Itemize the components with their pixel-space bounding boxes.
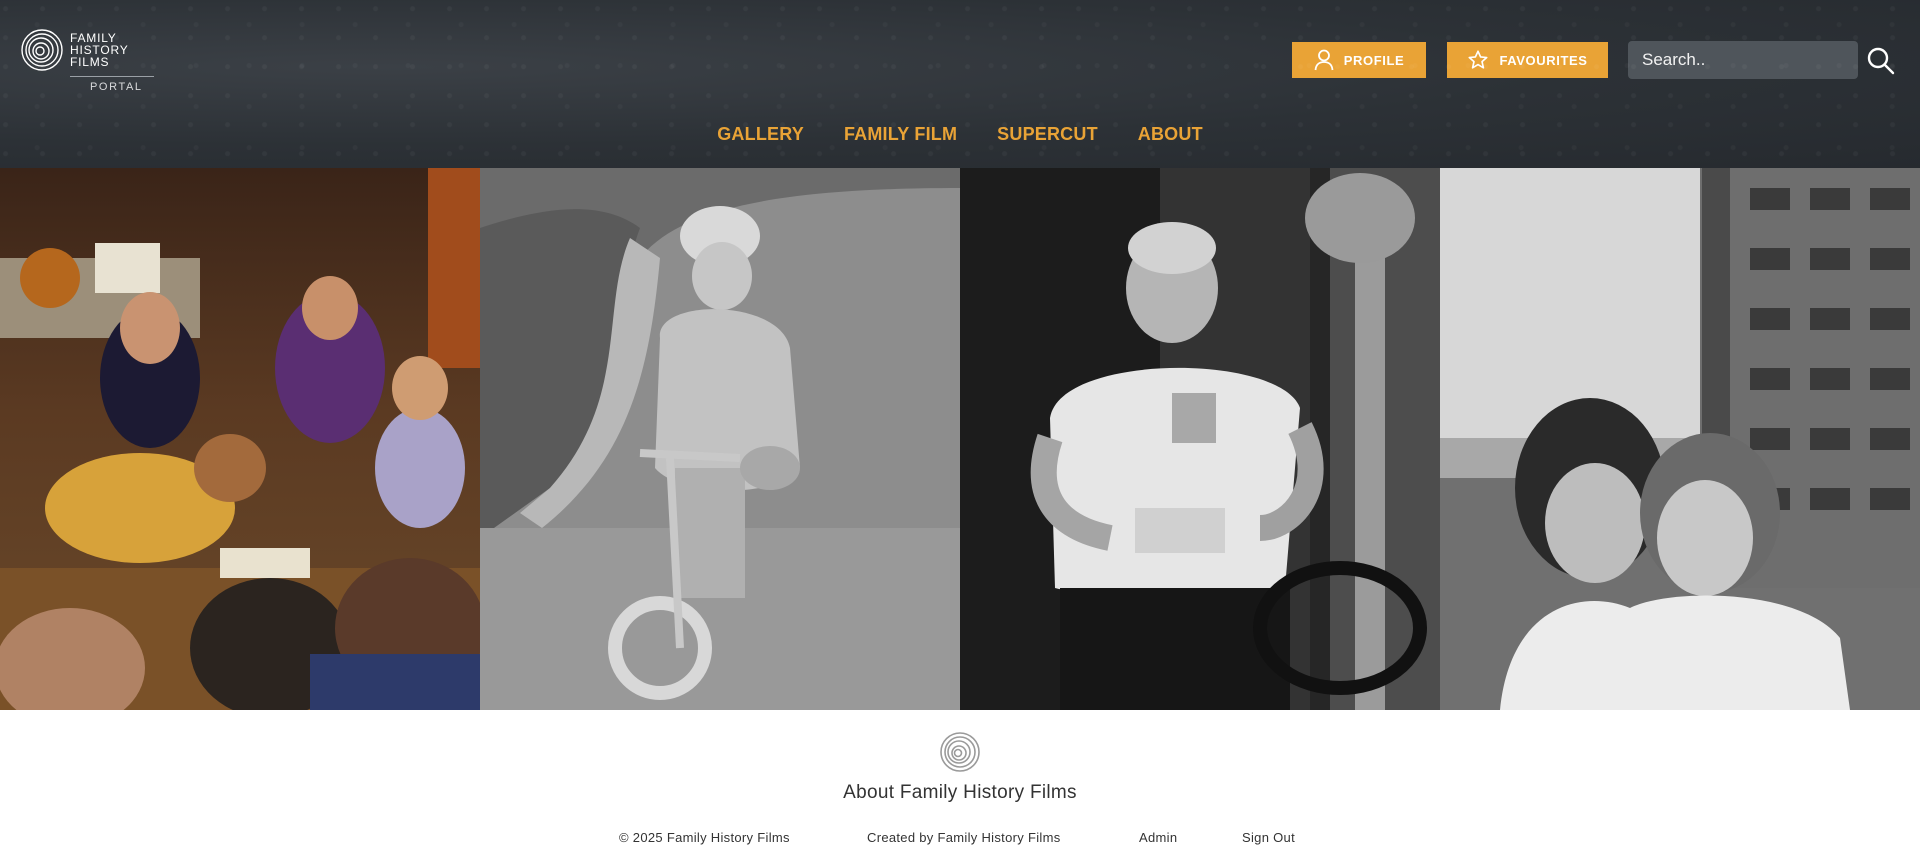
photo-birthday-party xyxy=(0,168,480,710)
photo-gallery-strip xyxy=(0,168,1920,710)
footer-copyright: © 2025 Family History Films xyxy=(619,830,790,845)
site-header: FAMILY HISTORY FILMS PORTAL PROFILE FAVO… xyxy=(0,0,1920,168)
photo-man-with-mug xyxy=(960,168,1440,710)
logo-portal-label: PORTAL xyxy=(70,76,154,93)
main-nav: GALLERY FAMILY FILM SUPERCUT ABOUT xyxy=(0,122,1920,146)
footer-sign-out-link[interactable]: Sign Out xyxy=(1242,830,1295,845)
footer-admin-link[interactable]: Admin xyxy=(1139,830,1177,845)
photo-tile-birthday-party[interactable] xyxy=(0,168,480,710)
nav-item-family-film[interactable]: FAMILY FILM xyxy=(844,122,957,146)
magnifier-icon xyxy=(1867,47,1895,75)
nav-item-gallery[interactable]: GALLERY xyxy=(717,122,804,146)
photo-girl-bicycle xyxy=(480,168,960,710)
star-icon xyxy=(1468,50,1488,69)
site-logo[interactable]: FAMILY HISTORY FILMS PORTAL xyxy=(20,28,154,98)
photo-two-women-rooftop xyxy=(1440,168,1920,710)
footer-links: © 2025 Family History Films Created by F… xyxy=(0,830,1920,848)
footer-logo-rings-icon xyxy=(940,732,980,772)
person-icon xyxy=(1314,49,1334,71)
logo-wordmark: FAMILY HISTORY FILMS xyxy=(70,32,129,68)
favourites-button-label: FAVOURITES xyxy=(1499,52,1588,68)
logo-rings-icon xyxy=(21,29,63,71)
footer-about-link[interactable]: About Family History Films xyxy=(0,782,1920,804)
search-input[interactable] xyxy=(1628,41,1858,79)
photo-tile-two-women-rooftop[interactable] xyxy=(1440,168,1920,710)
photo-tile-man-with-mug[interactable] xyxy=(960,168,1440,710)
nav-item-supercut[interactable]: SUPERCUT xyxy=(997,122,1098,146)
site-footer: About Family History Films © 2025 Family… xyxy=(0,710,1920,864)
profile-button-label: PROFILE xyxy=(1343,52,1405,68)
footer-created-by: Created by Family History Films xyxy=(867,830,1061,845)
photo-tile-girl-bicycle[interactable] xyxy=(480,168,960,710)
nav-item-about[interactable]: ABOUT xyxy=(1138,122,1203,146)
logo-line-films: FILMS xyxy=(70,55,110,69)
favourites-button[interactable]: FAVOURITES xyxy=(1447,42,1608,78)
profile-button[interactable]: PROFILE xyxy=(1292,42,1426,78)
search-button[interactable] xyxy=(1866,46,1896,76)
